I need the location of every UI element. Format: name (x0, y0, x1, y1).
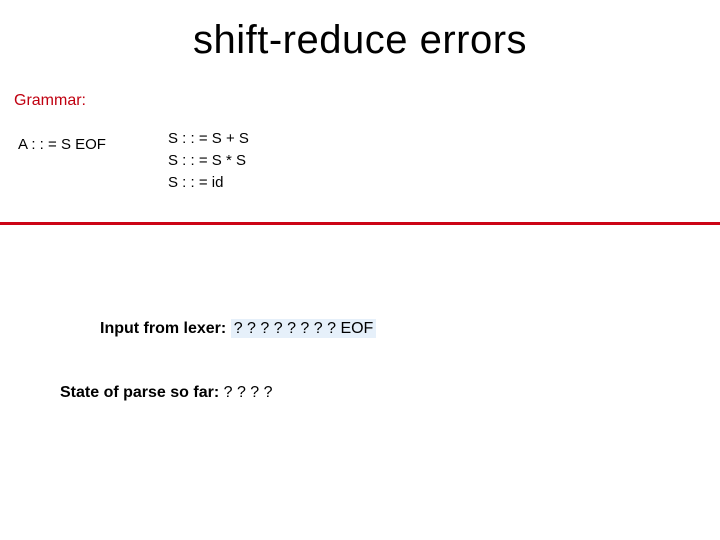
state-of-parse-value: ? ? ? ? (224, 384, 273, 401)
state-of-parse-row: State of parse so far: ? ? ? ? (60, 384, 273, 402)
input-from-lexer-label: Input from lexer: (100, 320, 226, 337)
grammar-rule-s: S : : = S + S S : : = S * S S : : = id (168, 128, 249, 194)
input-from-lexer-row: Input from lexer: ? ? ? ? ? ? ? ? EOF (100, 320, 376, 338)
grammar-label: Grammar: (14, 92, 86, 110)
input-from-lexer-value: ? ? ? ? ? ? ? ? EOF (231, 319, 377, 338)
grammar-rule-a: A : : = S EOF (18, 136, 106, 153)
state-of-parse-label: State of parse so far: (60, 384, 219, 401)
slide-title: shift-reduce errors (0, 0, 720, 63)
divider-line (0, 222, 720, 225)
slide: shift-reduce errors Grammar: A : : = S E… (0, 0, 720, 540)
